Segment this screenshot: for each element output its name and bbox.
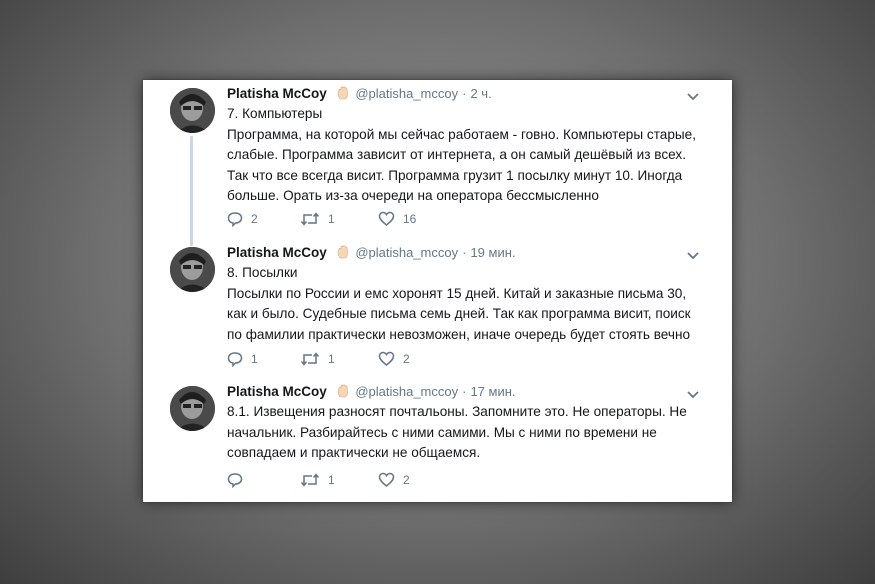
- tweet-text-line: Программа, на которой мы сейчас работаем…: [227, 126, 697, 142]
- tweet-text: 8.1. Извещения разносят почтальоны. Запо…: [227, 402, 707, 464]
- timestamp[interactable]: 2 ч.: [470, 86, 491, 101]
- display-name[interactable]: Platisha McCoy: [227, 86, 327, 101]
- separator: ·: [462, 86, 467, 101]
- separator: ·: [462, 384, 467, 399]
- username[interactable]: @platisha_mccoy: [355, 86, 458, 101]
- tweet-text-line: по фамилии практически невозможен, иначе…: [227, 326, 691, 342]
- reply-icon: [227, 212, 243, 227]
- raised-hand-icon: [337, 86, 349, 103]
- reply-button[interactable]: 1: [227, 350, 258, 368]
- like-button[interactable]: 16: [378, 210, 416, 228]
- chevron-down-icon[interactable]: [686, 251, 700, 261]
- avatar[interactable]: [170, 386, 215, 431]
- tweet[interactable]: Platisha McCoy @platisha_mccoy · 2 ч. 7. К…: [143, 80, 732, 230]
- tweet-text-line: как и было. Судебные письма семь дней. Т…: [227, 306, 691, 321]
- heart-icon: [378, 351, 395, 366]
- retweet-icon: [300, 473, 320, 487]
- timestamp[interactable]: 19 мин.: [470, 245, 515, 260]
- like-count: 2: [403, 352, 410, 366]
- username[interactable]: @platisha_mccoy: [355, 384, 458, 399]
- reply-count: 2: [251, 212, 258, 226]
- tweet-header: Platisha McCoy @platisha_mccoy · 17 мин.: [227, 384, 516, 402]
- reply-button[interactable]: 2: [227, 210, 258, 228]
- like-count: 2: [403, 473, 410, 487]
- like-count: 16: [403, 212, 417, 226]
- tweet-text-line: Посылки по России и емс хоронят 15 дней.…: [227, 285, 687, 301]
- tweet-text: 8. Посылки Посылки по России и емс хорон…: [227, 263, 707, 345]
- like-button[interactable]: 2: [378, 471, 410, 489]
- chevron-down-icon[interactable]: [686, 92, 700, 102]
- heart-icon: [378, 472, 395, 487]
- raised-hand-icon: [337, 245, 349, 262]
- retweet-count: 1: [328, 212, 335, 226]
- tweet-thread-card: Platisha McCoy @platisha_mccoy · 2 ч. 7. К…: [143, 80, 732, 502]
- like-button[interactable]: 2: [378, 350, 410, 368]
- avatar[interactable]: [170, 247, 215, 292]
- reply-button[interactable]: [227, 471, 251, 489]
- display-name[interactable]: Platisha McCoy: [227, 245, 327, 260]
- tweet-text-line: начальник. Разбирайтесь с ними самими. М…: [227, 424, 657, 440]
- tweet-text-line: совпадаем и практически не общаемся.: [227, 445, 481, 460]
- tweet-text-line: больше. Орать из-за очереди на оператора…: [227, 188, 599, 203]
- tweet-text: 7. Компьютеры Программа, на которой мы с…: [227, 104, 707, 207]
- tweet[interactable]: Platisha McCoy @platisha_mccoy · 17 мин. 8…: [143, 376, 732, 502]
- heart-icon: [378, 211, 395, 226]
- retweet-icon: [300, 352, 320, 366]
- separator: ·: [462, 245, 467, 260]
- tweet-header: Platisha McCoy @platisha_mccoy · 2 ч.: [227, 86, 492, 104]
- tweet-text-line: слабые. Программа зависит от интернета, …: [227, 147, 686, 162]
- tweet-header: Platisha McCoy @platisha_mccoy · 19 мин.: [227, 245, 516, 263]
- retweet-button[interactable]: 1: [300, 471, 335, 489]
- retweet-button[interactable]: 1: [300, 350, 335, 368]
- tweet-text-line: Так что все всегда висит. Программа груз…: [227, 167, 683, 183]
- retweet-icon: [300, 212, 320, 226]
- tweet[interactable]: Platisha McCoy @platisha_mccoy · 19 мин. 8…: [143, 235, 732, 375]
- retweet-count: 1: [328, 352, 335, 366]
- tweet-text-line: 7. Компьютеры: [227, 106, 323, 121]
- retweet-count: 1: [328, 473, 335, 487]
- reply-icon: [227, 473, 243, 488]
- tweet-text-line: 8. Посылки: [227, 265, 298, 280]
- timestamp[interactable]: 17 мин.: [470, 384, 515, 399]
- reply-count: 1: [251, 352, 258, 366]
- display-name[interactable]: Platisha McCoy: [227, 384, 327, 399]
- avatar[interactable]: [170, 88, 215, 133]
- reply-icon: [227, 352, 243, 367]
- username[interactable]: @platisha_mccoy: [355, 245, 458, 260]
- chevron-down-icon[interactable]: [686, 390, 700, 400]
- raised-hand-icon: [337, 384, 349, 401]
- tweet-text-line: 8.1. Извещения разносят почтальоны. Запо…: [227, 404, 687, 419]
- retweet-button[interactable]: 1: [300, 210, 335, 228]
